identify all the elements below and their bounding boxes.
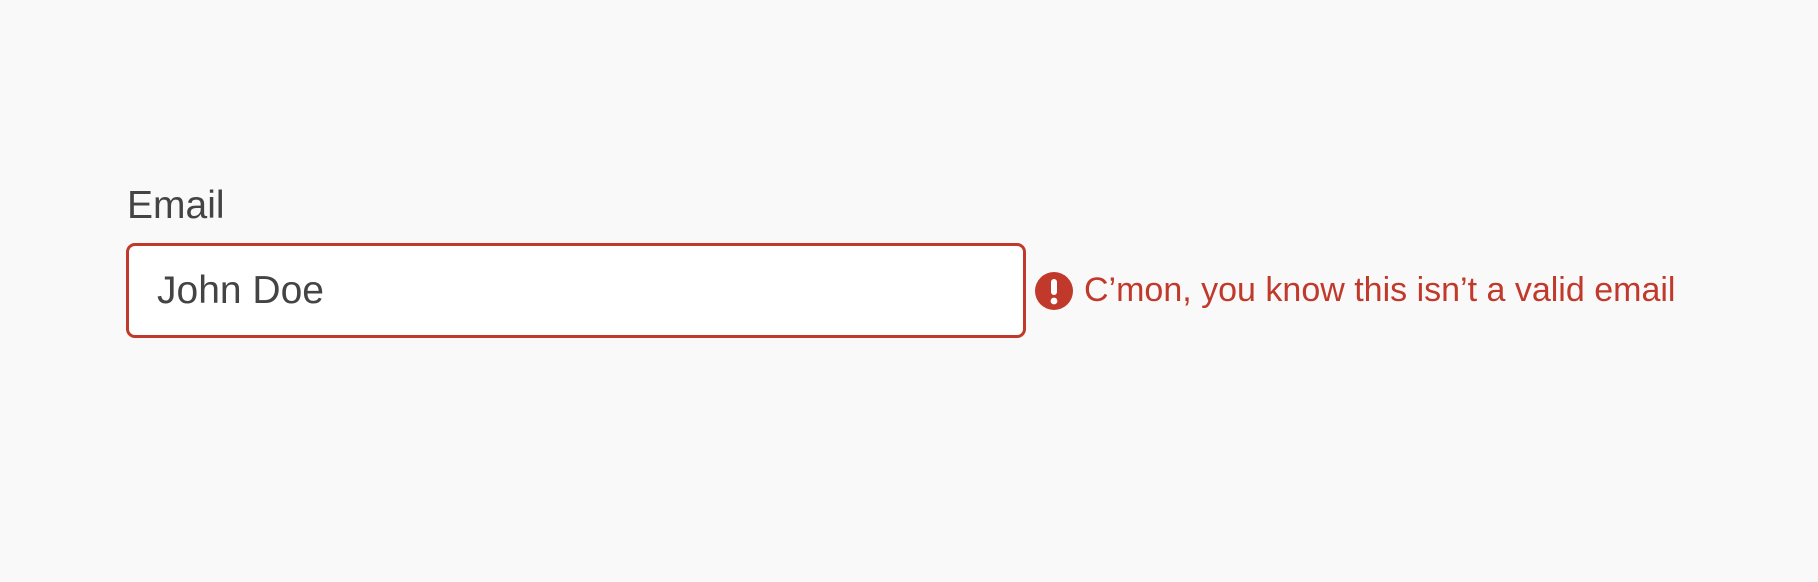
email-error: C’mon, you know this isn’t a valid email xyxy=(1035,271,1675,310)
email-label: Email xyxy=(127,184,225,227)
email-field-row: C’mon, you know this isn’t a valid email xyxy=(126,243,1675,338)
email-input[interactable] xyxy=(126,243,1026,338)
email-field-group: Email C’mon, you know this isn’t a valid… xyxy=(126,186,1675,338)
exclamation-circle-icon xyxy=(1035,271,1073,310)
email-error-message: C’mon, you know this isn’t a valid email xyxy=(1084,271,1676,309)
